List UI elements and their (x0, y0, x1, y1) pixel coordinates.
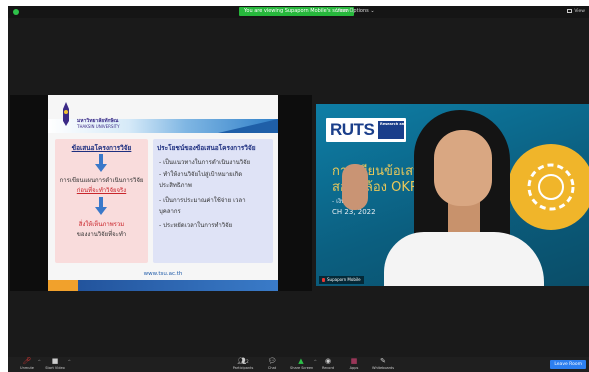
whiteboard-icon: ✎ (380, 357, 386, 365)
benefit-item: - ทำให้งานวิจัยไปสู่เป้าหมายเกิด (159, 171, 243, 178)
slide-footer-bar (48, 280, 278, 291)
proposal-line-4: ของงานวิจัยที่จะทำ (76, 231, 127, 238)
arrow-down-icon (95, 154, 107, 172)
view-button[interactable]: View (567, 8, 585, 16)
benefits-heading: ประโยชน์ของข้อเสนอโครงการวิจัย (157, 144, 256, 152)
ruts-brand: RUTS (330, 120, 375, 139)
chevron-up-icon[interactable]: ^ (38, 359, 41, 364)
share-screen-icon: ▲ (298, 357, 304, 365)
record-button[interactable]: ◉ Record (320, 357, 336, 372)
proposal-card: ข้อเสนอโครงการวิจัย การเขียนแผนการดำเนิน… (55, 139, 148, 263)
proposal-heading: ข้อเสนอโครงการวิจัย (71, 144, 132, 152)
benefit-item: - ประหยัดเวลาในการทำวิจัย (159, 222, 233, 229)
university-seal-icon (63, 102, 69, 126)
people-icon: 👥︎2 (237, 357, 249, 365)
apps-icon: ▦ (350, 357, 358, 365)
ruts-logo: RUTS Research and Development Institute (326, 118, 406, 142)
participant-video-tile[interactable]: RUTS Research and Development Institute … (316, 104, 589, 286)
meeting-toolbar: 🎤︎ Unmute ^ ■ Start Video ^ 👥︎2 Particip… (8, 357, 589, 372)
camera-icon: ■ (51, 357, 59, 365)
view-options-menu[interactable]: View Options ⌄ (336, 7, 375, 16)
benefit-item: บุคลากร (159, 208, 181, 215)
view-label: View (574, 9, 585, 14)
microphone-muted-icon: 🎤︎ (22, 357, 32, 365)
chevron-up-icon[interactable]: ^ (314, 359, 317, 364)
gear-lightbulb-graphic (508, 144, 589, 230)
benefit-item: - เป็นการประมาณค่าใช้จ่าย เวลา (159, 197, 246, 204)
leave-room-button[interactable]: Leave Room (550, 360, 586, 369)
chat-icon: 💬︎ (267, 357, 277, 365)
participant-name-tag: Supaporn Mobile (319, 276, 364, 284)
arrow-down-icon (95, 197, 107, 215)
grid-view-icon (567, 8, 573, 13)
microphone-muted-icon (322, 278, 325, 282)
shared-screen: มหาวิทยาลัยทักษิณ THAKSIN UNIVERSITY ข้อ… (10, 95, 312, 291)
benefit-item: - เป็นแนวทางในการดำเนินงานวิจัย (159, 159, 251, 166)
meeting-window: You are viewing Supaporn Mobile's screen… (8, 6, 589, 372)
presenter-hand (342, 164, 368, 210)
presenter-shirt (384, 232, 544, 286)
presenter-face (434, 130, 492, 206)
benefit-item: ประสิทธิภาพ (159, 182, 192, 189)
unmute-button[interactable]: 🎤︎ Unmute ^ (18, 357, 41, 372)
whiteboards-button[interactable]: ✎ Whiteboards (372, 357, 394, 372)
record-icon: ◉ (324, 357, 332, 365)
research-institute-tag: Research and Development Institute (378, 121, 404, 139)
participants-button[interactable]: 👥︎2 Participants (232, 357, 254, 372)
proposal-line-2: ก่อนที่จะทำวิจัยจริง (76, 187, 127, 194)
apps-button[interactable]: ▦ Apps (344, 357, 364, 372)
slide-website: www.tsu.ac.th (143, 271, 183, 277)
chat-button[interactable]: 💬︎ Chat (264, 357, 280, 372)
chevron-up-icon[interactable]: ^ (68, 359, 71, 364)
presentation-slide: มหาวิทยาลัยทักษิณ THAKSIN UNIVERSITY ข้อ… (48, 95, 278, 291)
proposal-line-3: สิ่งให้เห็นภาพรวม (78, 221, 125, 228)
start-video-button[interactable]: ■ Start Video ^ (44, 357, 71, 372)
university-name-en: THAKSIN UNIVERSITY (77, 124, 120, 129)
benefits-card: ประโยชน์ของข้อเสนอโครงการวิจัย - เป็นแนว… (153, 139, 273, 263)
security-shield-icon[interactable] (13, 9, 19, 15)
top-bar: You are viewing Supaporn Mobile's screen… (8, 6, 589, 18)
proposal-line-1: การเขียนแผนการดำเนินการวิจัย (59, 177, 144, 184)
share-screen-button[interactable]: ▲ Share Screen ^ (290, 357, 317, 372)
